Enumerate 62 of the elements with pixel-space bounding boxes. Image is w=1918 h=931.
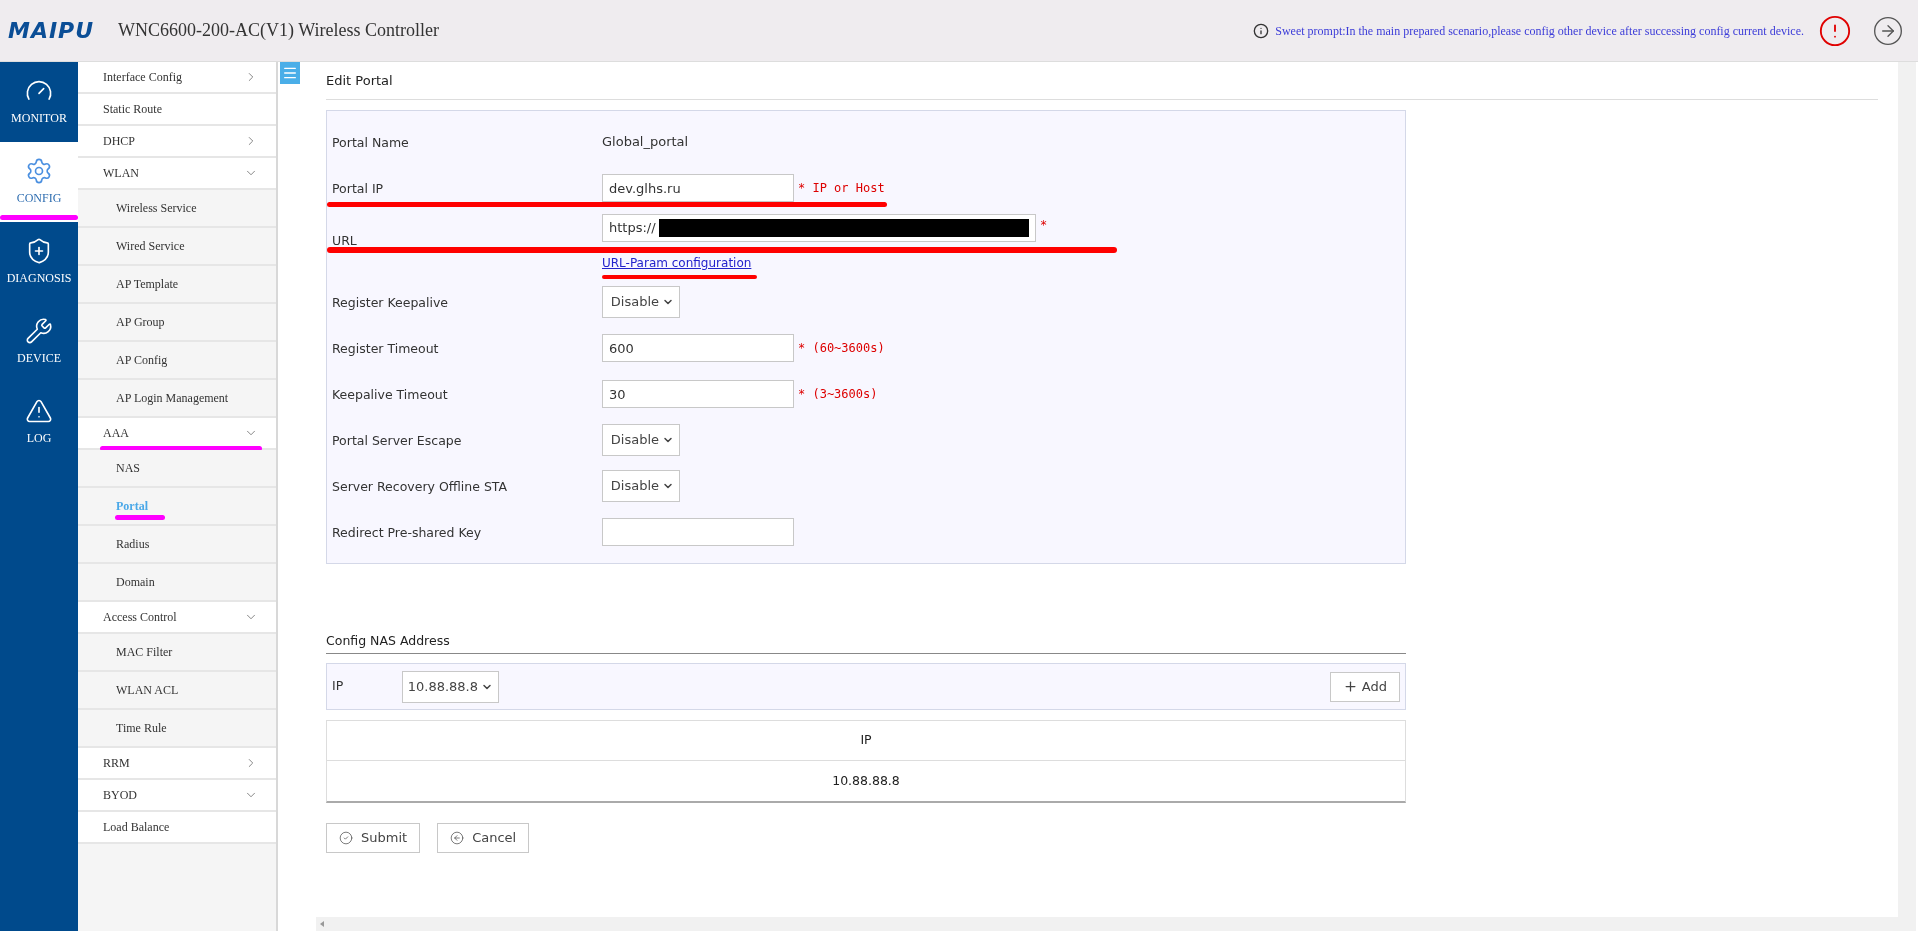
field-hint: * xyxy=(1040,217,1048,234)
url-param-link[interactable]: URL-Param configuration xyxy=(602,254,752,272)
url-field[interactable]: https:// xyxy=(602,214,1036,242)
alert-icon xyxy=(25,397,53,425)
field-label: Server Recovery Offline STA xyxy=(332,479,508,494)
alert-icon[interactable] xyxy=(1818,13,1852,48)
menu-item[interactable]: RRM xyxy=(78,748,276,780)
field-label: IP xyxy=(332,677,345,696)
prompt-text: Sweet prompt:In the main prepared scenario,please config other device after successing config current device. xyxy=(1275,22,1804,40)
field-hint: * (60~3600s) xyxy=(798,340,885,357)
plus-icon xyxy=(1342,679,1358,694)
add-button[interactable]: Add xyxy=(1329,671,1400,702)
field-label: Keepalive Timeout xyxy=(332,387,448,402)
field-label: URL xyxy=(332,233,357,248)
menu-item[interactable]: Interface Config xyxy=(78,62,276,94)
gear-icon xyxy=(25,157,53,185)
menu-toggle[interactable] xyxy=(280,62,300,84)
highlight-stroke xyxy=(115,515,165,520)
field-label: Portal Name xyxy=(332,135,409,150)
menu-item[interactable]: Load Balance xyxy=(78,812,276,844)
nav-item[interactable]: CONFIG xyxy=(0,142,78,222)
page-title: Edit Portal xyxy=(326,71,393,90)
field-hint: * (3~3600s) xyxy=(798,386,878,403)
menu-item[interactable]: WLAN xyxy=(78,158,276,190)
field-label: Register Timeout xyxy=(332,341,439,356)
submenu-item[interactable]: NAS xyxy=(78,450,276,488)
select-field[interactable]: Disable xyxy=(602,424,680,456)
field-label: Redirect Pre-shared Key xyxy=(332,525,482,540)
input-field[interactable]: 600 xyxy=(602,334,794,362)
menu-item[interactable]: BYOD xyxy=(78,780,276,812)
menu-item[interactable]: Static Route xyxy=(78,94,276,126)
check-circle-icon xyxy=(339,831,353,845)
app-title: WNC6600-200-AC(V1) Wireless Controller xyxy=(118,19,439,42)
field-hint: * IP or Host xyxy=(798,180,885,197)
section-title: Config NAS Address xyxy=(326,632,450,651)
wrench-icon xyxy=(25,317,53,345)
menu-item[interactable]: DHCP xyxy=(78,126,276,158)
select-field[interactable]: Disable xyxy=(602,286,680,318)
field-label: Portal IP xyxy=(332,181,384,196)
input-field[interactable]: 30 xyxy=(602,380,794,408)
logo: MAIPU xyxy=(8,17,95,45)
nav-item[interactable]: DIAGNOSIS xyxy=(0,222,78,302)
input-field[interactable] xyxy=(602,518,794,546)
cancel-button[interactable]: Cancel xyxy=(437,823,530,853)
ip-select[interactable]: 10.88.88.8 xyxy=(402,670,499,703)
logout-icon[interactable] xyxy=(1872,14,1904,47)
nav-item[interactable]: MONITOR xyxy=(0,62,78,142)
input-field[interactable]: dev.glhs.ru xyxy=(602,174,794,202)
field-value: Global_portal xyxy=(602,133,689,152)
table-cell-text: 10.88.88.8 xyxy=(831,771,901,790)
field-label: Register Keepalive xyxy=(332,295,449,310)
nav-item[interactable]: LOG xyxy=(0,382,78,462)
menu-item[interactable]: AAA xyxy=(78,418,276,450)
nav-item[interactable]: DEVICE xyxy=(0,302,78,382)
menu-item[interactable]: Access Control xyxy=(78,602,276,634)
menu-icon xyxy=(282,65,298,81)
scroll-left-icon[interactable] xyxy=(320,921,324,927)
select-field[interactable]: Disable xyxy=(602,470,680,502)
submit-button[interactable]: Submit xyxy=(326,823,421,853)
info-icon xyxy=(1253,22,1270,39)
field-label: Portal Server Escape xyxy=(332,433,462,448)
column-header: IP xyxy=(859,731,873,750)
